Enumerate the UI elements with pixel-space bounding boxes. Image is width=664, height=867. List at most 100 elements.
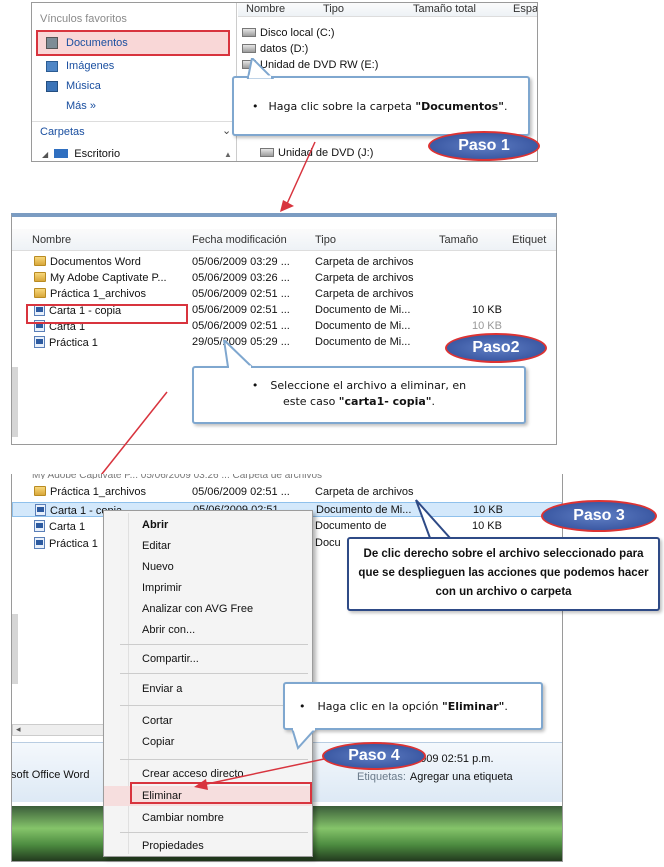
callout-line1: • Seleccione el archivo a eliminar, en: [194, 378, 524, 394]
arrow-icon: [194, 758, 325, 790]
menu-item-editar[interactable]: Editar: [104, 536, 312, 556]
nav-item-musica[interactable]: Música: [46, 79, 206, 95]
file-name: Práctica 1_archivos: [50, 288, 146, 300]
navigation-pane: Vínculos favoritos Documentos Imágenes M…: [32, 3, 237, 161]
folder-icon: [34, 486, 46, 496]
nav-item-label: Música: [66, 80, 101, 92]
step-badge-2: Paso2: [445, 333, 547, 363]
cell-date: 05/06/2009 02:51 ...: [192, 304, 290, 316]
step-badge-4: Paso 4: [322, 742, 426, 770]
column-header-tipo[interactable]: Tipo: [323, 3, 344, 15]
column-header-etiquetas[interactable]: Etiquet: [512, 234, 546, 246]
bullet-icon: •: [299, 700, 306, 713]
column-header-tamano[interactable]: Tamaño: [439, 234, 478, 246]
tree-item-label: Escritorio: [74, 148, 121, 160]
drive-label: Unidad de DVD RW (E:): [260, 59, 379, 71]
tags-label: Etiquetas:: [357, 771, 406, 783]
tags-value: Agregar una etiqueta: [409, 771, 513, 783]
callout-text: • Seleccione el archivo a eliminar, en es…: [194, 378, 524, 410]
cell-name: Práctica 1: [34, 336, 98, 349]
folder-icon: [34, 272, 46, 282]
tree-item-escritorio[interactable]: ◢ Escritorio: [42, 148, 212, 161]
menu-item-enviar-a[interactable]: Enviar a: [104, 679, 312, 699]
word-document-icon: [34, 520, 45, 532]
menu-item-copiar[interactable]: Copiar: [104, 732, 312, 752]
callout-line2: este caso "carta1- copia".: [194, 394, 524, 410]
drive-label: Disco local (C:): [260, 27, 335, 39]
column-header-nombre[interactable]: Nombre: [246, 3, 285, 15]
folder-icon: [34, 288, 46, 298]
music-icon: [46, 81, 58, 92]
cell-type: Documento de Mi...: [316, 504, 412, 516]
cell-type: Documento de Mi...: [315, 304, 411, 316]
file-name: Práctica 1: [49, 538, 98, 550]
menu-item-nuevo[interactable]: Nuevo: [104, 557, 312, 577]
folders-label: Carpetas: [40, 126, 85, 138]
nav-item-label: Imágenes: [66, 60, 115, 72]
folder-icon: [34, 256, 46, 266]
cell-name: My Adobe Captivate P...: [34, 272, 167, 284]
cell-date: 05/06/2009 03:26 ...: [192, 272, 290, 284]
hard-drive-icon: [242, 44, 256, 53]
callout-line2-bold: "carta1- copia": [338, 395, 432, 408]
table-row[interactable]: Práctica 1_archivos 05/06/2009 02:51 ... C…: [12, 485, 562, 500]
callout-pointer: [290, 728, 318, 750]
callout-text-bold: "Documentos": [415, 100, 504, 113]
menu-item-abrir-con[interactable]: Abrir con...: [104, 620, 312, 640]
cell-date: 05/06/2009 03:29 ...: [192, 256, 290, 268]
cell-type: Carpeta de archivos: [315, 256, 414, 268]
nav-more-link[interactable]: Más »: [66, 100, 96, 112]
cell-date: 05/06/2009 02:51 ...: [192, 288, 290, 300]
callout-text-suffix: .: [503, 100, 508, 113]
file-name: Carta 1: [49, 521, 86, 533]
menu-separator: [120, 705, 308, 706]
highlight-documentos: [36, 30, 230, 56]
column-header-nombre[interactable]: Nombre: [32, 234, 71, 246]
drive-item[interactable]: datos (D:): [242, 43, 308, 55]
callout-step4: • Haga clic en la opción "Eliminar".: [283, 682, 543, 730]
file-name: Práctica 1_archivos: [50, 486, 146, 498]
menu-item-imprimir[interactable]: Imprimir: [104, 578, 312, 598]
callout-line2-prefix: este caso: [282, 395, 339, 408]
callout-text-prefix: Haga clic en la opción: [317, 700, 442, 713]
column-header-tipo[interactable]: Tipo: [315, 234, 336, 246]
cell-type: Documento de Mi...: [315, 336, 411, 348]
details-app-name: soft Office Word: [11, 769, 90, 781]
highlight-carta1-copia: [26, 304, 188, 324]
cell-name: Documentos Word: [34, 256, 141, 268]
callout-step3: De clic derecho sobre el archivo selecci…: [347, 537, 660, 611]
callout-pointer: [246, 58, 274, 79]
nav-item-imagenes[interactable]: Imágenes: [46, 59, 206, 75]
file-name: My Adobe Captivate P...: [50, 272, 167, 284]
table-row[interactable]: My Adobe Captivate P... 05/06/2009 03:26 …: [12, 271, 556, 286]
menu-separator: [120, 673, 308, 674]
table-row[interactable]: Documentos Word 05/06/2009 03:29 ... Carpe…: [12, 255, 556, 270]
word-document-icon: [35, 504, 46, 516]
menu-item-compartir[interactable]: Compartir...: [104, 649, 312, 669]
callout-line1-text: Seleccione el archivo a eliminar, en: [270, 379, 467, 392]
drive-label: datos (D:): [260, 43, 309, 55]
callout-step1: • Haga clic sobre la carpeta "Documentos"…: [232, 76, 530, 136]
column-header-tamano-total[interactable]: Tamaño total: [413, 3, 476, 15]
cell-type: Docu: [315, 537, 341, 549]
menu-item-cambiar-nombre[interactable]: Cambiar nombre: [104, 808, 312, 828]
menu-item-abrir[interactable]: Abrir: [104, 515, 312, 535]
vertical-scrollbar[interactable]: [12, 614, 18, 684]
desktop-icon: [54, 149, 69, 158]
cell-name: Práctica 1: [34, 537, 98, 550]
column-header-fecha[interactable]: Fecha modificación: [192, 234, 287, 246]
menu-item-analizar[interactable]: Analizar con AVG Free: [104, 599, 312, 619]
folders-header[interactable]: Carpetas ⌄: [32, 121, 237, 139]
column-header-espacio[interactable]: Espa: [513, 3, 537, 15]
details-tags[interactable]: Etiquetas: Agregar una etiqueta: [357, 771, 513, 783]
table-row[interactable]: Práctica 1_archivos 05/06/2009 02:51 ... C…: [12, 287, 556, 302]
hard-drive-icon: [242, 28, 256, 37]
menu-item-propiedades[interactable]: Propiedades: [104, 836, 312, 856]
drive-item[interactable]: Disco local (C:): [242, 27, 335, 39]
vertical-scrollbar[interactable]: [12, 367, 18, 437]
menu-item-cortar[interactable]: Cortar: [104, 711, 312, 731]
chevron-down-icon: ⌄: [222, 125, 232, 137]
scroll-up-icon[interactable]: ▲: [224, 150, 232, 159]
favorites-header: Vínculos favoritos: [40, 13, 127, 25]
scroll-left-icon[interactable]: ◂: [16, 724, 21, 735]
